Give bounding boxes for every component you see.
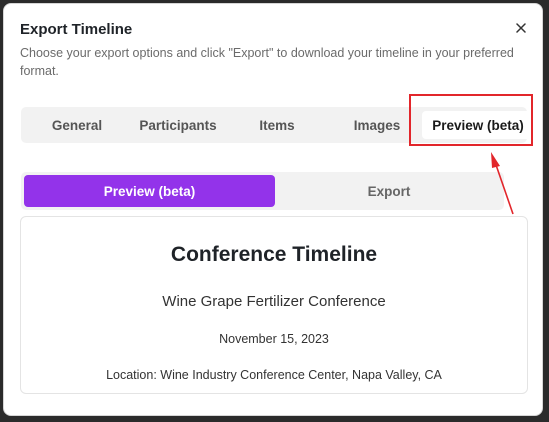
- tab-images[interactable]: Images: [339, 107, 415, 143]
- preview-location: Location: Wine Industry Conference Cente…: [106, 368, 442, 382]
- tab-general[interactable]: General: [35, 107, 119, 143]
- dialog-subtitle: Choose your export options and click "Ex…: [20, 46, 514, 78]
- close-button[interactable]: [512, 19, 530, 37]
- preview-export-toggle: Preview (beta) Export: [21, 172, 504, 210]
- export-timeline-dialog: Export Timeline Choose your export optio…: [3, 3, 543, 416]
- preview-subtitle: Wine Grape Fertilizer Conference: [162, 293, 386, 310]
- close-icon: [516, 23, 526, 33]
- timeline-preview-card: Conference Timeline Wine Grape Fertilize…: [20, 216, 528, 394]
- preview-date: November 15, 2023: [219, 332, 329, 346]
- export-tabs: General Participants Items Images Previe…: [21, 107, 534, 143]
- tab-items[interactable]: Items: [243, 107, 311, 143]
- tab-participants[interactable]: Participants: [129, 107, 227, 143]
- subtab-export[interactable]: Export: [277, 172, 501, 210]
- subtab-preview-beta[interactable]: Preview (beta): [24, 175, 275, 207]
- preview-title: Conference Timeline: [170, 243, 378, 266]
- dialog-title: Export Timeline: [20, 21, 133, 38]
- tab-preview-beta[interactable]: Preview (beta): [422, 111, 534, 139]
